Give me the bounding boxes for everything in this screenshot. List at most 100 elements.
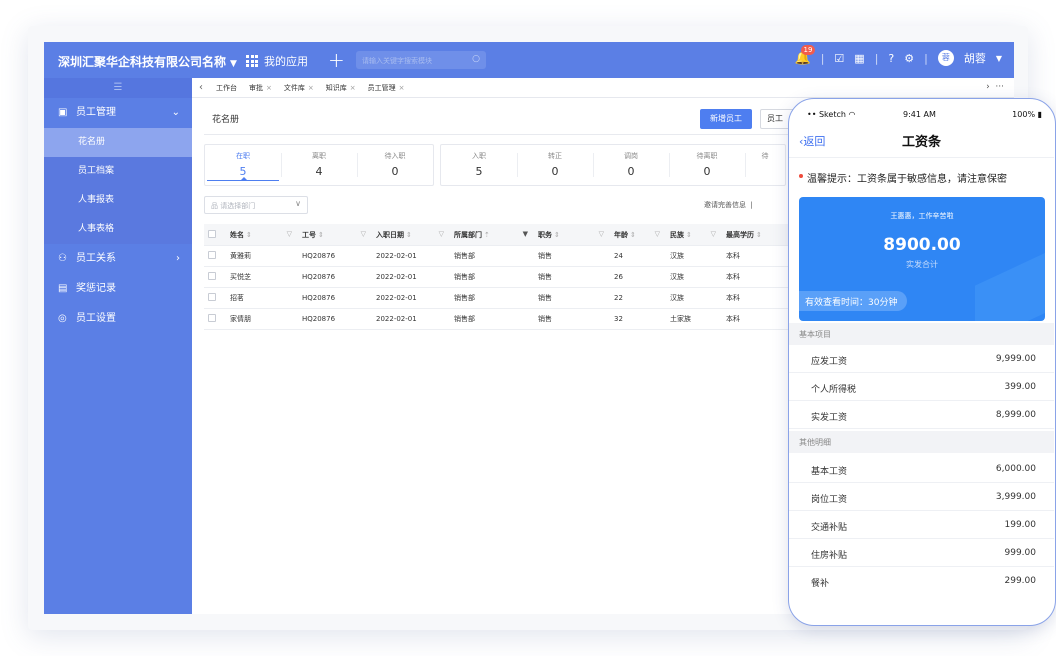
stat-onboard[interactable]: 入职 5 bbox=[441, 145, 517, 185]
cell-department: 销售部 bbox=[454, 252, 475, 260]
sort-icon[interactable]: ⇡ bbox=[484, 231, 490, 239]
sort-icon[interactable]: ⇕ bbox=[630, 231, 636, 239]
settings-icon[interactable]: ⚙ bbox=[904, 52, 914, 65]
invite-complete-info-link[interactable]: 邀请完善信息 | bbox=[704, 200, 753, 210]
sidebar-subitem-files[interactable]: 员工档案 bbox=[44, 157, 192, 186]
search-input[interactable]: 请输入关键字搜索模块 ○ bbox=[356, 51, 486, 69]
filter-icon[interactable]: ▽ bbox=[599, 230, 604, 238]
sort-icon[interactable]: ⇕ bbox=[318, 231, 324, 239]
menu-collapse-icon[interactable]: ☰ bbox=[44, 78, 192, 98]
stats-group-changes: 入职 5 转正 0 调岗 0 待离职 0 待 bbox=[440, 144, 786, 186]
department-select[interactable]: 品 请选择部门 ∨ bbox=[204, 196, 308, 214]
bell-icon[interactable]: 🔔 19 bbox=[795, 44, 816, 66]
tab-workbench[interactable]: 工作台 bbox=[210, 83, 243, 93]
tab-label: 知识库 bbox=[325, 83, 347, 92]
stat-label: 转正 bbox=[548, 152, 562, 160]
header-checkbox-cell bbox=[204, 229, 226, 240]
caret-down-icon[interactable]: ▼ bbox=[996, 54, 1002, 63]
close-icon[interactable]: × bbox=[266, 84, 272, 92]
filter-icon[interactable]: ▼ bbox=[523, 230, 528, 238]
help-icon[interactable]: ? bbox=[888, 52, 894, 65]
stat-label: 调岗 bbox=[624, 152, 638, 160]
list-item: 住房补贴 999.00 bbox=[789, 539, 1054, 567]
col-name[interactable]: 姓名 ⇕ ▽ bbox=[226, 230, 298, 240]
col-ethnicity[interactable]: 民族 ⇕ ▽ bbox=[666, 230, 722, 240]
col-position[interactable]: 职务 ⇕ ▽ bbox=[534, 230, 610, 240]
sidebar-item-settings[interactable]: ◎ 员工设置 bbox=[44, 304, 192, 334]
stat-resigned[interactable]: 离职 4 bbox=[281, 145, 357, 185]
stat-pending-onboard[interactable]: 待入职 0 bbox=[357, 145, 433, 185]
row-checkbox[interactable] bbox=[208, 293, 216, 301]
tab-approval[interactable]: 审批 × bbox=[243, 83, 278, 93]
sidebar-subitem-roster[interactable]: 花名册 bbox=[44, 128, 192, 157]
select-all-checkbox[interactable] bbox=[208, 229, 216, 238]
filter-icon[interactable]: ▽ bbox=[439, 230, 444, 238]
row-checkbox[interactable] bbox=[208, 314, 216, 322]
close-icon[interactable]: × bbox=[350, 84, 356, 92]
sidebar-subitem-forms[interactable]: 人事表格 bbox=[44, 215, 192, 244]
sidebar-subitem-reports[interactable]: 人事报表 bbox=[44, 186, 192, 215]
sort-icon[interactable]: ⇕ bbox=[246, 231, 252, 239]
avatar[interactable]: 蓉 bbox=[937, 50, 954, 66]
col-join-date[interactable]: 入职日期 ⇕ ▽ bbox=[372, 230, 450, 240]
sort-icon[interactable]: ⇕ bbox=[756, 231, 762, 239]
stat-pending-other[interactable]: 待 bbox=[745, 145, 785, 185]
filter-icon[interactable]: ▽ bbox=[655, 230, 660, 238]
row-checkbox-cell bbox=[204, 272, 226, 282]
apps-icon[interactable]: ▦ bbox=[854, 52, 864, 65]
sort-icon[interactable]: ⇕ bbox=[686, 231, 692, 239]
top-bar-actions: 🔔 19 | ☑ ▦ | ? ⚙ | 蓉 胡蓉 ▼ bbox=[795, 44, 1002, 66]
stat-transfer[interactable]: 调岗 0 bbox=[593, 145, 669, 185]
my-apps-label: 我的应用 bbox=[264, 55, 308, 68]
column-header: 职务 bbox=[538, 230, 552, 239]
status-bar: •• Sketch ◠ 9:41 AM 100% ▮ bbox=[789, 99, 1054, 119]
sort-icon[interactable]: ⇕ bbox=[406, 231, 412, 239]
add-icon[interactable]: + bbox=[328, 48, 345, 72]
tab-files[interactable]: 文件库 × bbox=[278, 83, 320, 93]
more-icon[interactable]: › ··· bbox=[986, 82, 1004, 92]
stat-active[interactable]: 在职 5 bbox=[205, 145, 281, 185]
chevron-left-icon[interactable]: ‹ bbox=[192, 82, 210, 93]
filter-icon[interactable]: ▽ bbox=[711, 230, 716, 238]
cell-id: HQ20876 bbox=[302, 273, 336, 281]
invite-label: 邀请完善信息 bbox=[704, 201, 746, 209]
stat-regularized[interactable]: 转正 0 bbox=[517, 145, 593, 185]
company-switcher[interactable]: 深圳汇聚华企科技有限公司名称 ▼ bbox=[58, 53, 237, 70]
tab-label: 审批 bbox=[249, 83, 263, 92]
stat-label: 入职 bbox=[472, 152, 486, 160]
cell-name: 家倩朋 bbox=[230, 315, 251, 323]
add-employee-button[interactable]: 新增员工 bbox=[700, 109, 752, 129]
cell-ethnicity: 土家族 bbox=[670, 315, 691, 323]
col-age[interactable]: 年龄 ⇕ ▽ bbox=[610, 230, 666, 240]
cell-position: 销售 bbox=[538, 273, 552, 281]
row-checkbox[interactable] bbox=[208, 272, 216, 280]
col-education[interactable]: 最高学历 ⇕ bbox=[722, 230, 792, 240]
tab-employee-management[interactable]: 员工管理 × bbox=[362, 83, 411, 93]
close-icon[interactable]: × bbox=[308, 84, 314, 92]
stat-label: 待 bbox=[761, 152, 769, 160]
tab-knowledge[interactable]: 知识库 × bbox=[320, 83, 362, 93]
row-checkbox[interactable] bbox=[208, 251, 216, 259]
cell-education: 本科 bbox=[726, 252, 740, 260]
list-item: 实发工资 8,999.00 bbox=[789, 401, 1054, 429]
column-header: 姓名 bbox=[230, 230, 244, 239]
cell-age: 22 bbox=[614, 294, 623, 302]
sidebar-item-employee-management[interactable]: ▣ 员工管理 ⌄ bbox=[44, 98, 192, 128]
app-grid-icon bbox=[246, 55, 258, 67]
sidebar-item-employee-relations[interactable]: ⚇ 员工关系 › bbox=[44, 244, 192, 274]
item-value: 3,999.00 bbox=[995, 492, 1036, 502]
col-department[interactable]: 所属部门 ⇡ ▼ bbox=[450, 230, 534, 240]
filter-icon[interactable]: ▽ bbox=[361, 230, 366, 238]
column-header: 入职日期 bbox=[376, 230, 404, 239]
edit-icon[interactable]: ☑ bbox=[834, 52, 844, 65]
my-apps-button[interactable]: 我的应用 bbox=[246, 53, 308, 69]
sidebar-item-rewards[interactable]: ▤ 奖惩记录 bbox=[44, 274, 192, 304]
col-id[interactable]: 工号 ⇕ ▽ bbox=[298, 230, 372, 240]
wifi-icon: ◠ bbox=[848, 110, 856, 119]
filter-icon[interactable]: ▽ bbox=[287, 230, 292, 238]
close-icon[interactable]: × bbox=[399, 84, 405, 92]
sort-icon[interactable]: ⇕ bbox=[554, 231, 560, 239]
item-value: 399.00 bbox=[1004, 382, 1037, 392]
stat-pending-leave[interactable]: 待离职 0 bbox=[669, 145, 745, 185]
user-name[interactable]: 胡蓉 bbox=[964, 50, 986, 66]
